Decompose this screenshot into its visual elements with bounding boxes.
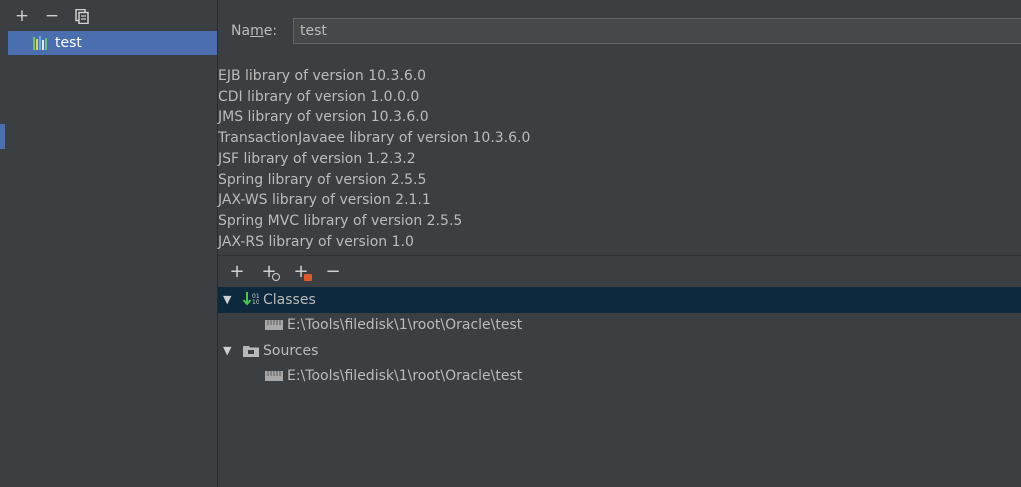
jar-directory-icon	[265, 319, 283, 331]
library-version-item: JAX-WS library of version 2.1.1	[218, 192, 431, 209]
library-list-toolbar: + −	[14, 5, 90, 27]
scroll-marker	[0, 124, 5, 149]
tree-node-label: Classes	[263, 291, 316, 308]
library-version-item: JSF library of version 1.2.3.2	[218, 150, 416, 167]
tree-node-sources[interactable]: ▼ Sources	[218, 338, 1021, 364]
name-input[interactable]	[293, 18, 1021, 44]
library-version-item: JMS library of version 10.3.6.0	[218, 109, 429, 126]
library-version-list: EJB library of version 10.3.6.0 CDI libr…	[218, 66, 530, 252]
library-version-item: JAX-RS library of version 1.0	[218, 233, 414, 250]
name-label: Name:	[231, 23, 278, 39]
attach-files-icon[interactable]: +	[290, 262, 312, 282]
library-item-test[interactable]: test	[8, 31, 217, 55]
tree-node-label: E:\Tools\filedisk\1\root\Oracle\test	[287, 368, 523, 385]
library-version-item: TransactionJavaee library of version 10.…	[218, 130, 531, 147]
svg-text:10: 10	[252, 299, 259, 306]
library-version-item: Spring library of version 2.5.5	[218, 171, 427, 188]
plus-icon[interactable]: +	[14, 7, 30, 25]
copy-icon[interactable]	[74, 8, 90, 24]
library-details-panel: Name: EJB library of version 10.3.6.0 CD…	[218, 0, 1021, 487]
divider	[218, 255, 1021, 256]
tree-node-classes-path[interactable]: E:\Tools\filedisk\1\root\Oracle\test	[218, 313, 1021, 339]
library-icon	[33, 36, 49, 50]
minus-icon[interactable]: −	[44, 7, 60, 25]
roots-toolbar: + + + −	[226, 261, 344, 283]
library-version-item: EJB library of version 10.3.6.0	[218, 68, 427, 84]
tree-node-sources-path[interactable]: E:\Tools\filedisk\1\root\Oracle\test	[218, 364, 1021, 390]
expand-arrow-icon[interactable]: ▼	[223, 293, 231, 306]
remove-icon[interactable]: −	[322, 262, 344, 282]
tree-node-classes[interactable]: ▼ 01 10 Classes	[218, 287, 1021, 313]
jar-directory-icon	[265, 370, 283, 382]
classes-icon: 01 10	[243, 291, 259, 309]
library-version-item: CDI library of version 1.0.0.0	[218, 88, 420, 105]
library-item-label: test	[55, 35, 82, 51]
tree-node-label: E:\Tools\filedisk\1\root\Oracle\test	[287, 317, 523, 334]
sources-folder-icon	[243, 345, 259, 357]
add-icon[interactable]: +	[226, 262, 248, 282]
tree-node-label: Sources	[263, 342, 319, 359]
expand-arrow-icon[interactable]: ▼	[223, 344, 231, 357]
add-jar-directory-icon[interactable]: +	[258, 262, 280, 282]
library-list-panel: + − test	[0, 0, 218, 487]
roots-tree: ▼ 01 10 Classes E:\Tools\filedisk\1\root…	[218, 287, 1021, 389]
library-version-item: Spring MVC library of version 2.5.5	[218, 212, 463, 229]
